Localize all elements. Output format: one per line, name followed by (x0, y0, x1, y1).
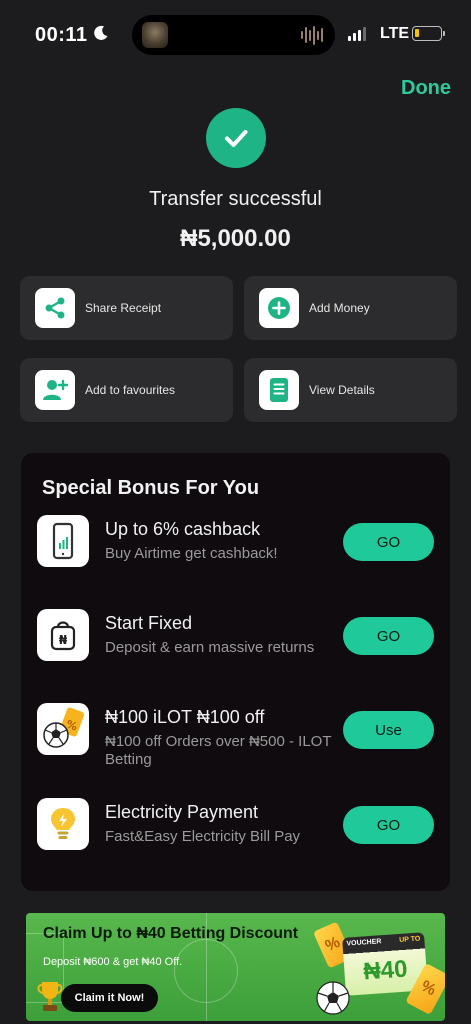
bonus-description: Deposit & earn massive returns (105, 639, 315, 656)
now-playing-artwork (142, 22, 168, 48)
status-bar: 00:11 LTE (0, 0, 471, 70)
bonus-heading: ₦100 iLOT ₦100 off (105, 707, 265, 727)
banner-title: Claim Up to ₦40 Betting Discount (43, 925, 299, 942)
view-details-label: View Details (309, 383, 375, 397)
betting-discount-banner[interactable]: Claim Up to ₦40 Betting Discount Deposit… (26, 913, 445, 1021)
share-receipt-label: Share Receipt (85, 301, 162, 315)
done-button[interactable]: Done (401, 77, 451, 100)
bonus-description: ₦100 off Orders over ₦500 - ILOT Betting (105, 733, 332, 768)
claim-now-button[interactable]: Claim it Now! (61, 984, 158, 1012)
bonus-heading: Up to 6% cashback (105, 519, 261, 539)
bonus-section-title: Special Bonus For You (42, 477, 260, 499)
voucher-tag: VOUCHER (346, 938, 382, 948)
soccer-ball-icon (316, 981, 350, 1015)
dynamic-island[interactable] (132, 15, 335, 55)
bonus-item-start-fixed[interactable]: ₦ Start Fixed Deposit & earn massive ret… (21, 609, 450, 689)
bonus-item-cashback[interactable]: Up to 6% cashback Buy Airtime get cashba… (21, 515, 450, 595)
soccer-ticket-icon: % (37, 703, 89, 755)
add-user-icon (35, 370, 75, 410)
audio-waveform-icon (301, 25, 323, 45)
battery-icon (412, 26, 445, 41)
phone-icon (37, 515, 89, 567)
transfer-status-title: Transfer successful (149, 188, 322, 210)
bonus-item-ilot[interactable]: % ₦100 iLOT ₦100 off ₦100 off Orders ove… (21, 703, 450, 783)
special-bonus-panel: Special Bonus For You Up to 6% cashback … (21, 453, 450, 891)
cashback-go-button[interactable]: GO (343, 523, 434, 561)
pitch-center-circle (174, 939, 238, 1003)
bonus-description: Fast&Easy Electricity Bill Pay (105, 828, 301, 845)
share-receipt-button[interactable]: Share Receipt (20, 276, 233, 340)
trophy-icon (37, 982, 63, 1011)
transfer-amount: ₦5,000.00 (180, 225, 291, 252)
voucher-upto: UP TO (399, 935, 421, 944)
success-check-icon (206, 108, 266, 168)
view-details-button[interactable]: View Details (244, 358, 457, 422)
svg-text:₦: ₦ (59, 633, 68, 647)
list-icon (259, 370, 299, 410)
moon-icon (94, 25, 108, 40)
bonus-description: Buy Airtime get cashback! (105, 545, 278, 562)
bonus-heading: Electricity Payment (105, 802, 259, 822)
banner-subtitle: Deposit ₦600 & get ₦40 Off. (43, 956, 183, 968)
electricity-go-button[interactable]: GO (343, 806, 434, 844)
start-fixed-go-button[interactable]: GO (343, 617, 434, 655)
naira-bag-icon: ₦ (37, 609, 89, 661)
share-icon (35, 288, 75, 328)
cellular-signal-icon (348, 27, 366, 41)
add-to-favourites-button[interactable]: Add to favourites (20, 358, 233, 422)
battery-level (415, 29, 419, 37)
clock: 00:11 (35, 24, 88, 46)
plus-circle-icon (259, 288, 299, 328)
bonus-heading: Start Fixed (105, 613, 193, 633)
network-type: LTE (380, 25, 410, 42)
add-money-button[interactable]: Add Money (244, 276, 457, 340)
ilot-use-button[interactable]: Use (343, 711, 434, 749)
lightbulb-icon (37, 798, 89, 850)
add-money-label: Add Money (309, 301, 370, 315)
add-to-favourites-label: Add to favourites (85, 383, 176, 397)
bonus-item-electricity[interactable]: Electricity Payment Fast&Easy Electricit… (21, 798, 450, 878)
